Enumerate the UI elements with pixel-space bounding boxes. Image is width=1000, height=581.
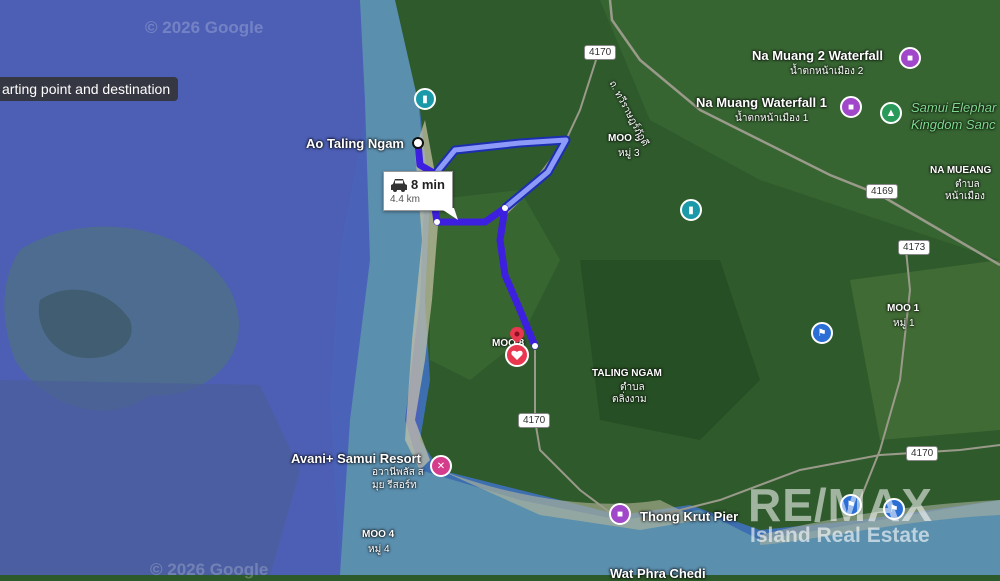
place-wat-phra-chedi[interactable]: Wat Phra Chedi bbox=[610, 566, 706, 581]
route-time: 8 min bbox=[411, 177, 445, 192]
place-na-muang-1-thai: น้ำตกหน้าเมือง 1 bbox=[735, 113, 809, 124]
place-samui-elephant-1[interactable]: Samui Elephar bbox=[911, 100, 996, 115]
road-shield: 4170 bbox=[518, 413, 551, 428]
remax-subtitle: Island Real Estate bbox=[750, 524, 930, 547]
place-na-muang-2-waterfall[interactable]: Na Muang 2 Waterfall bbox=[752, 48, 883, 63]
tooltip: arting point and destination bbox=[0, 77, 179, 101]
area-taling-ngam-thai-2: ตลิ่งงาม bbox=[612, 394, 647, 405]
road-shield: 4170 bbox=[584, 45, 617, 60]
camera-icon[interactable]: ■ bbox=[609, 503, 631, 525]
place-avani-thai-2: มุย รีสอร์ท bbox=[372, 480, 417, 491]
bookmark-icon[interactable]: ▮ bbox=[414, 88, 436, 110]
bookmark-icon[interactable]: ▮ bbox=[680, 199, 702, 221]
flag-icon[interactable]: ⚑ bbox=[811, 322, 833, 344]
road-shield: 4169 bbox=[866, 184, 899, 199]
car-icon bbox=[391, 179, 407, 192]
area-moo-1: MOO 1 bbox=[887, 303, 920, 314]
area-moo-4: MOO 4 bbox=[362, 529, 395, 540]
route-info-box[interactable]: 8 min 4.4 km bbox=[383, 171, 453, 211]
road-shield: 4170 bbox=[906, 446, 939, 461]
place-na-muang-2-thai: น้ำตกหน้าเมือง 2 bbox=[790, 66, 864, 77]
area-moo-3-thai: หมู่ 3 bbox=[618, 148, 640, 159]
area-moo-1-thai: หมู่ 1 bbox=[893, 318, 915, 329]
camera-icon[interactable]: ■ bbox=[899, 47, 921, 69]
place-avani-samui-resort[interactable]: Avani+ Samui Resort bbox=[291, 451, 421, 466]
route-box-pointer bbox=[440, 208, 458, 220]
heart-pin-icon[interactable] bbox=[502, 325, 532, 369]
area-moo-4-thai: หมู่ 4 bbox=[368, 544, 390, 555]
google-watermark: © 2026 Google bbox=[145, 18, 264, 37]
place-samui-elephant-2[interactable]: Kingdom Sanc bbox=[911, 117, 996, 132]
tree-icon[interactable]: ▲ bbox=[880, 102, 902, 124]
place-thong-krut-pier[interactable]: Thong Krut Pier bbox=[640, 509, 738, 524]
hotel-icon[interactable]: ✕ bbox=[430, 455, 452, 477]
route-distance: 4.4 km bbox=[390, 194, 421, 205]
google-watermark: © 2026 Google bbox=[150, 560, 269, 579]
area-na-mueang: NA MUEANG bbox=[930, 165, 992, 176]
place-na-muang-waterfall-1[interactable]: Na Muang Waterfall 1 bbox=[696, 95, 827, 110]
place-ao-taling-ngam[interactable]: Ao Taling Ngam bbox=[306, 136, 404, 151]
road-shield: 4173 bbox=[898, 240, 931, 255]
camera-icon[interactable]: ■ bbox=[840, 96, 862, 118]
area-taling-ngam: TALING NGAM bbox=[592, 368, 662, 379]
area-na-mueang-thai-2: หน้าเมือง bbox=[945, 191, 985, 202]
